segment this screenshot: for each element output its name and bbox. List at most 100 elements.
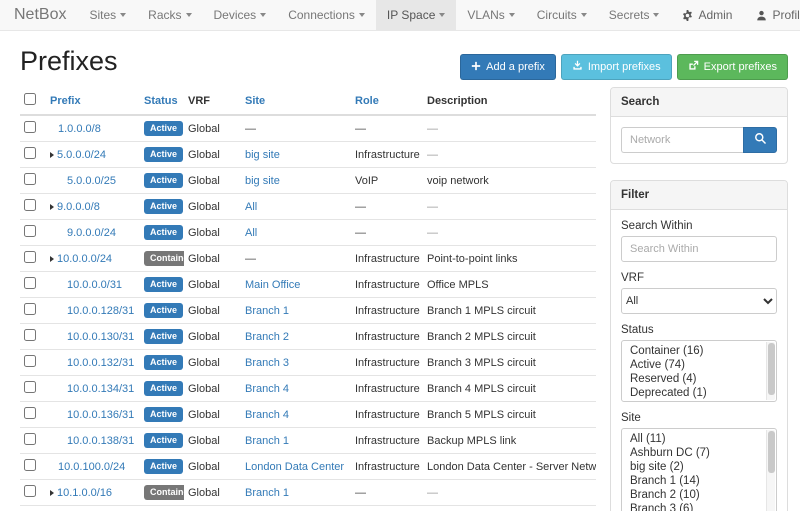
select-all-checkbox[interactable] [24,93,36,105]
chevron-down-icon [359,13,365,17]
description-cell: Branch 4 MPLS circuit [423,376,596,402]
prefix-link[interactable]: 10.0.0.128/31 [67,305,134,317]
prefix-link[interactable]: 10.0.0.134/31 [67,383,134,395]
listbox-option[interactable]: Ashburn DC (7) [622,446,764,460]
site-listbox[interactable]: All (11)Ashburn DC (7)big site (2)Branch… [621,428,777,511]
site-link[interactable]: big site [245,175,280,187]
prefix-link[interactable]: 9.0.0.0/8 [57,201,100,213]
row-checkbox[interactable] [24,277,36,289]
listbox-option[interactable]: big site (2) [622,460,764,474]
export-prefixes-button[interactable]: Export prefixes [677,54,788,80]
export-icon [688,60,699,74]
col-header-site: Site [241,87,351,115]
status-badge: Container [144,251,184,266]
import-prefixes-button[interactable]: Import prefixes [561,54,672,80]
prefix-link[interactable]: 10.0.0.0/31 [67,279,122,291]
prefix-link[interactable]: 10.0.100.0/24 [58,461,125,473]
row-checkbox[interactable] [24,433,36,445]
col-header-vrf: VRF [184,87,241,115]
nav-item-secrets[interactable]: Secrets [598,0,671,30]
col-header-status: Status [140,87,184,115]
row-checkbox[interactable] [24,173,36,185]
add-prefix-button[interactable]: Add a prefix [460,54,556,80]
table-row: 10.0.0.138/31ActiveGlobalBranch 1Infrast… [20,428,596,454]
row-checkbox[interactable] [24,355,36,367]
prefix-link[interactable]: 10.0.0.138/31 [67,435,134,447]
site-link[interactable]: Main Office [245,279,300,291]
table-row: 10.0.0.0/24ContainerGlobal—Infrastructur… [20,246,596,272]
table-row: 5.0.0.0/24ActiveGlobalbig siteInfrastruc… [20,142,596,168]
app-brand[interactable]: NetBox [14,0,66,30]
prefix-table: Prefix Status VRF Site Role Description … [20,87,596,511]
site-link[interactable]: Branch 4 [245,409,289,421]
site-label: Site [621,412,777,424]
role-cell: VoIP [351,168,423,194]
table-row: 10.0.100.0/24ActiveGlobalLondon Data Cen… [20,454,596,480]
prefix-link[interactable]: 1.0.0.0/8 [58,123,101,135]
vrf-select[interactable]: All [621,288,777,314]
role-cell: — [351,220,423,246]
listbox-option[interactable]: Branch 3 (6) [622,502,764,511]
nav-item-ip-space[interactable]: IP Space [376,0,456,30]
description-cell: — [423,480,596,506]
site-link[interactable]: Branch 3 [245,357,289,369]
nav-item-vlans[interactable]: VLANs [456,0,525,30]
nav-item-profile[interactable]: Profile [744,0,800,30]
row-checkbox[interactable] [24,147,36,159]
status-listbox[interactable]: Container (16)Active (74)Reserved (4)Dep… [621,340,777,402]
prefix-link[interactable]: 9.0.0.0/24 [67,227,116,239]
scrollbar-thumb[interactable] [768,343,775,395]
row-checkbox[interactable] [24,303,36,315]
table-row: 10.0.0.132/31ActiveGlobalBranch 3Infrast… [20,350,596,376]
listbox-option[interactable]: Reserved (4) [622,372,764,386]
row-checkbox[interactable] [24,485,36,497]
site-link[interactable]: Branch 2 [245,331,289,343]
row-checkbox[interactable] [24,199,36,211]
description-cell: Branch 1 MPLS circuit [423,298,596,324]
listbox-option[interactable]: All (11) [622,432,764,446]
search-button[interactable] [743,127,777,153]
role-cell: Infrastructure [351,324,423,350]
nav-item-devices[interactable]: Devices [203,0,278,30]
site-link[interactable]: Branch 1 [245,435,289,447]
site-link[interactable]: All [245,227,257,239]
row-checkbox[interactable] [24,407,36,419]
nav-item-connections[interactable]: Connections [277,0,376,30]
nav-item-racks[interactable]: Racks [137,0,202,30]
site-link[interactable]: All [245,201,257,213]
scrollbar-thumb[interactable] [768,431,775,473]
table-row: 1.0.0.0/8ActiveGlobal——— [20,115,596,142]
row-checkbox[interactable] [24,381,36,393]
expand-arrow-icon [50,152,54,158]
site-link[interactable]: Branch 1 [245,305,289,317]
prefix-link[interactable]: 10.0.0.0/24 [57,253,112,265]
site-link[interactable]: Branch 4 [245,383,289,395]
table-row: 10.1.0.0/24ContainerGlobalBranch 1Infras… [20,506,596,511]
row-checkbox[interactable] [24,225,36,237]
search-within-input[interactable] [621,236,777,262]
prefix-link[interactable]: 5.0.0.0/24 [57,149,106,161]
site-link[interactable]: Branch 1 [245,487,289,499]
listbox-option[interactable]: Active (74) [622,358,764,372]
description-cell: voip network [423,168,596,194]
site-link[interactable]: big site [245,149,280,161]
prefix-link[interactable]: 10.0.0.130/31 [67,331,134,343]
nav-item-admin[interactable]: Admin [670,0,744,30]
prefix-link[interactable]: 10.1.0.0/16 [57,487,112,499]
site-link[interactable]: London Data Center [245,461,344,473]
row-checkbox[interactable] [24,121,36,133]
listbox-option[interactable]: Deprecated (1) [622,386,764,400]
search-input[interactable] [621,127,743,153]
col-header-prefix: Prefix [46,87,140,115]
nav-item-circuits[interactable]: Circuits [526,0,598,30]
prefix-link[interactable]: 5.0.0.0/25 [67,175,116,187]
listbox-option[interactable]: Container (16) [622,344,764,358]
prefix-link[interactable]: 10.0.0.136/31 [67,409,134,421]
prefix-link[interactable]: 10.0.0.132/31 [67,357,134,369]
row-checkbox[interactable] [24,251,36,263]
row-checkbox[interactable] [24,459,36,471]
listbox-option[interactable]: Branch 1 (14) [622,474,764,488]
row-checkbox[interactable] [24,329,36,341]
listbox-option[interactable]: Branch 2 (10) [622,488,764,502]
nav-item-sites[interactable]: Sites [78,0,137,30]
